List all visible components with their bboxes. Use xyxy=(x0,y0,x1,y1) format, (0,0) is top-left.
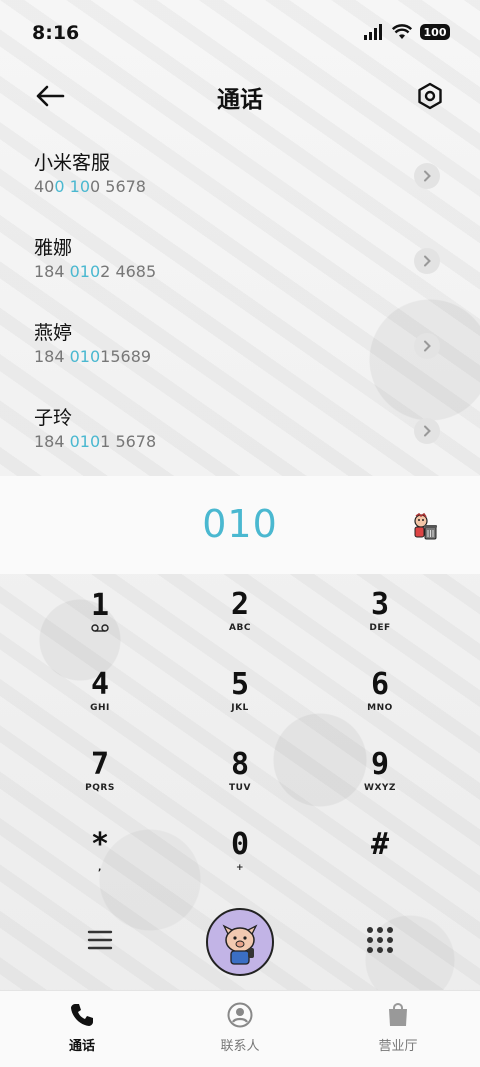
bottom-navigation: 通话 联系人 营业厅 xyxy=(0,990,480,1067)
contact-detail-button[interactable] xyxy=(414,248,440,274)
key-8[interactable]: 8 TUV xyxy=(180,734,300,808)
contact-number: 184 0102 4685 xyxy=(34,262,157,281)
key-letters: GHI xyxy=(90,703,110,713)
page-title: 通话 xyxy=(217,87,263,113)
key-digit: 7 xyxy=(90,747,110,782)
key-2[interactable]: 2 ABC xyxy=(180,574,300,648)
key-digit: 6 xyxy=(370,667,390,702)
contact-number: 184 01015689 xyxy=(34,347,152,366)
key-digit: 9 xyxy=(370,747,390,782)
contact-item[interactable]: 小米客服 400 100 5678 xyxy=(0,136,480,221)
contact-detail-button[interactable] xyxy=(414,163,440,189)
contact-name: 子玲 xyxy=(34,407,73,429)
nav-item-contacts[interactable]: 联系人 xyxy=(180,1001,300,1061)
grid-dot xyxy=(367,937,373,943)
phone-icon xyxy=(68,1001,96,1029)
key-digit: 8 xyxy=(230,747,250,782)
grid-dot xyxy=(377,937,383,943)
contact-detail-button[interactable] xyxy=(414,333,440,359)
key-letters: ABC xyxy=(229,623,251,633)
grid-dot xyxy=(387,927,393,933)
contact-item[interactable]: 燕婷 184 01015689 xyxy=(0,306,480,391)
nav-label: 营业厅 xyxy=(378,1039,418,1054)
status-icons: 100 xyxy=(364,24,450,40)
key-letters: JKL xyxy=(231,703,249,713)
nav-label: 联系人 xyxy=(220,1039,260,1054)
key-letters: + xyxy=(235,863,245,873)
contact-detail-button[interactable] xyxy=(414,418,440,444)
key-hash[interactable]: # xyxy=(320,814,440,888)
grid-dot xyxy=(377,927,383,933)
settings-hexagon-icon xyxy=(418,82,442,110)
key-7[interactable]: 7 PQRS xyxy=(40,734,160,808)
contact-number: 400 100 5678 xyxy=(34,177,146,196)
key-0[interactable]: 0 + xyxy=(180,814,300,888)
call-button[interactable] xyxy=(206,908,274,976)
key-letters: , xyxy=(98,863,102,873)
delete-character-icon xyxy=(414,512,437,540)
contacts-icon xyxy=(226,1001,254,1029)
contact-name: 燕婷 xyxy=(34,322,73,344)
call-character-icon xyxy=(222,924,258,965)
key-digit: 1 xyxy=(90,588,110,623)
dialpad-toggle-button[interactable] xyxy=(362,922,398,958)
voicemail-icon xyxy=(91,624,109,632)
contact-name: 小米客服 xyxy=(34,152,111,174)
menu-icon xyxy=(87,930,113,950)
status-time: 8:16 xyxy=(32,22,80,44)
contact-item[interactable]: 子玲 184 0101 5678 xyxy=(0,391,480,476)
contact-name: 雅娜 xyxy=(34,237,73,259)
nav-item-calls[interactable]: 通话 xyxy=(22,1001,142,1061)
key-digit: 0 xyxy=(230,827,250,862)
shopping-bag-icon xyxy=(384,1001,412,1029)
key-6[interactable]: 6 MNO xyxy=(320,654,440,728)
status-bar: 8:16 100 xyxy=(0,0,480,68)
nav-label: 通话 xyxy=(68,1039,95,1054)
key-5[interactable]: 5 JKL xyxy=(180,654,300,728)
contact-item[interactable]: 雅娜 184 0102 4685 xyxy=(0,221,480,306)
delete-button[interactable] xyxy=(410,512,440,542)
key-letters: MNO xyxy=(367,703,393,713)
contact-number: 184 0101 5678 xyxy=(34,432,157,451)
key-3[interactable]: 3 DEF xyxy=(320,574,440,648)
wifi-icon xyxy=(392,24,412,39)
dial-display: 010 xyxy=(0,476,480,574)
grid-dot xyxy=(367,927,373,933)
key-letters: DEF xyxy=(369,623,391,633)
dialed-number: 010 xyxy=(202,502,278,546)
grid-dot xyxy=(377,947,383,953)
key-letters: WXYZ xyxy=(364,783,396,793)
settings-button[interactable] xyxy=(410,76,450,116)
keypad: 1 2 ABC 3 DEF 4 GHI 5 JKL 6 MNO 7 PQRS 8… xyxy=(0,574,480,894)
key-star[interactable]: * , xyxy=(40,814,160,888)
header: 通话 xyxy=(0,68,480,122)
nav-item-store[interactable]: 营业厅 xyxy=(338,1001,458,1061)
key-digit: 4 xyxy=(90,667,110,702)
battery-icon: 100 xyxy=(420,24,450,40)
key-9[interactable]: 9 WXYZ xyxy=(320,734,440,808)
key-digit: 2 xyxy=(230,587,250,622)
key-digit: 3 xyxy=(370,587,390,622)
chevron-right-icon xyxy=(424,340,431,352)
grid-dot xyxy=(387,937,393,943)
key-digit: # xyxy=(370,827,390,862)
chevron-right-icon xyxy=(424,170,431,182)
grid-dot xyxy=(367,947,373,953)
chevron-right-icon xyxy=(424,255,431,267)
contact-list: 小米客服 400 100 5678 雅娜 184 0102 4685 燕婷 18… xyxy=(0,136,480,476)
grid-dot xyxy=(387,947,393,953)
key-letters: PQRS xyxy=(85,783,115,793)
chevron-right-icon xyxy=(424,425,431,437)
key-digit: * xyxy=(90,827,110,862)
key-letters: TUV xyxy=(229,783,251,793)
menu-button[interactable] xyxy=(82,922,118,958)
key-4[interactable]: 4 GHI xyxy=(40,654,160,728)
key-digit: 5 xyxy=(230,667,250,702)
signal-icon xyxy=(364,24,382,40)
key-1[interactable]: 1 xyxy=(40,574,160,648)
